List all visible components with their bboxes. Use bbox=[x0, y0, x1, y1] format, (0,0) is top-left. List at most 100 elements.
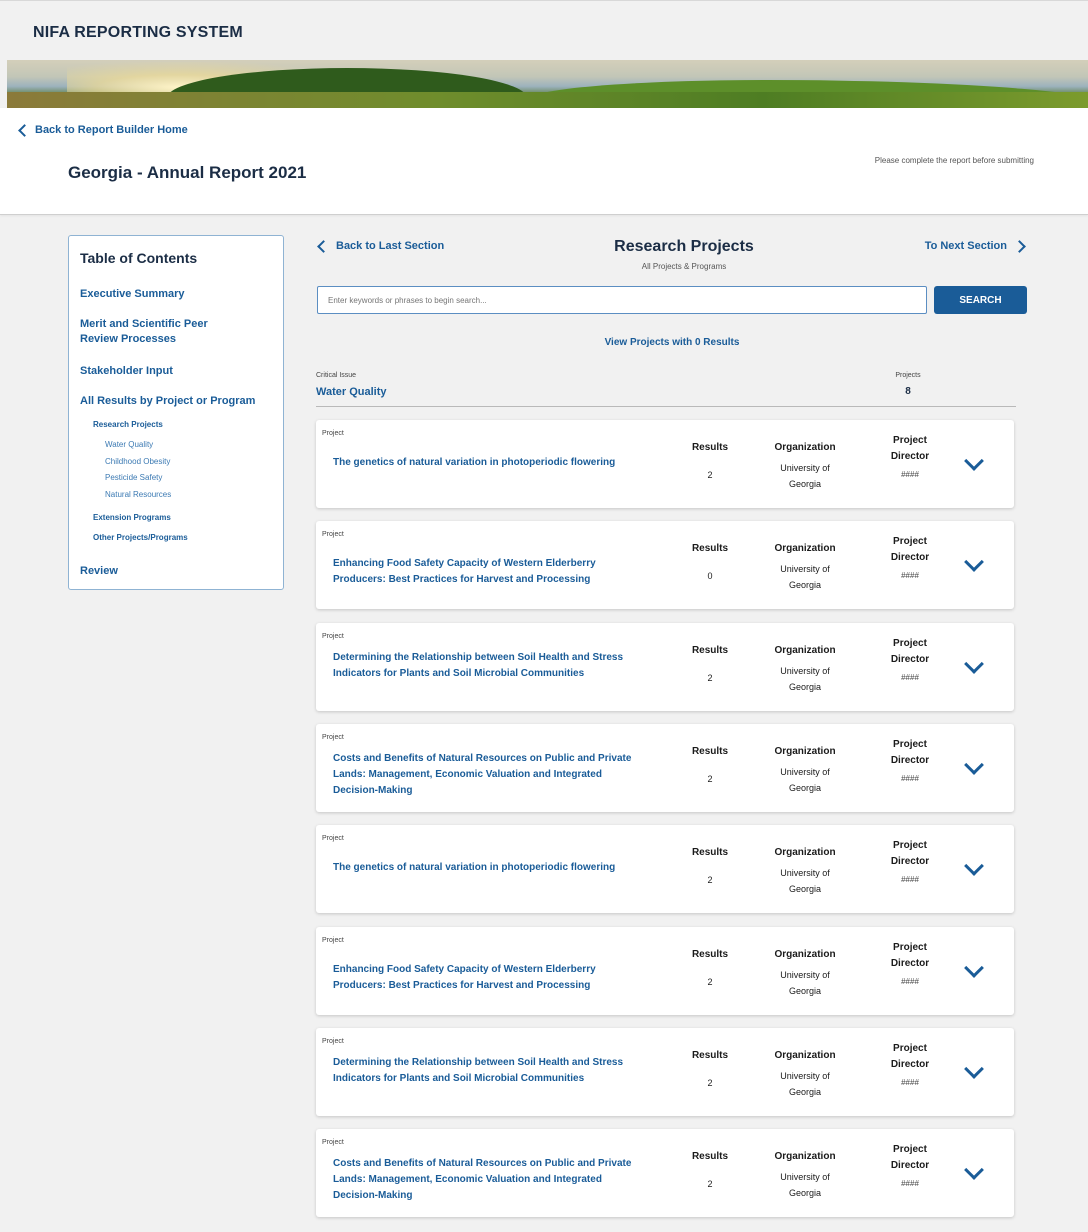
toc-item-extension-programs[interactable]: Extension Programs bbox=[93, 513, 171, 522]
back-to-last-section-link[interactable]: Back to Last Section bbox=[317, 239, 445, 253]
toc-item-stakeholder-input[interactable]: Stakeholder Input bbox=[80, 364, 173, 379]
project-kind-label: Project bbox=[322, 430, 344, 437]
organization-header: Organization bbox=[774, 645, 836, 656]
project-card: Project The genetics of natural variatio… bbox=[316, 420, 1014, 508]
director-value: #### bbox=[901, 774, 919, 783]
results-header: Results bbox=[691, 847, 729, 858]
organization-value: University of Georgia bbox=[780, 1172, 830, 1198]
results-value: 2 bbox=[707, 673, 713, 683]
results-value: 0 bbox=[707, 571, 713, 581]
view-zero-results-link[interactable]: View Projects with 0 Results bbox=[572, 337, 772, 348]
expand-chevron-down-icon[interactable] bbox=[962, 552, 986, 577]
project-title-link[interactable]: Determining the Relationship between Soi… bbox=[333, 1055, 633, 1087]
report-title: Georgia - Annual Report 2021 bbox=[68, 163, 307, 182]
expand-chevron-down-icon[interactable] bbox=[962, 451, 986, 476]
project-title-link[interactable]: Determining the Relationship between Soi… bbox=[333, 650, 633, 682]
project-card: Project Enhancing Food Safety Capacity o… bbox=[316, 927, 1014, 1015]
director-value: #### bbox=[901, 977, 919, 986]
project-card: Project The genetics of natural variatio… bbox=[316, 825, 1014, 913]
organization-value: University of Georgia bbox=[780, 564, 830, 590]
director-header: Project Director bbox=[890, 739, 930, 766]
toc-item-all-results[interactable]: All Results by Project or Program bbox=[80, 394, 255, 409]
project-title-link[interactable]: Enhancing Food Safety Capacity of Wester… bbox=[333, 962, 633, 994]
toc-item-executive-summary[interactable]: Executive Summary bbox=[80, 287, 185, 302]
project-card: Project Costs and Benefits of Natural Re… bbox=[316, 724, 1014, 812]
expand-chevron-down-icon[interactable] bbox=[962, 755, 986, 780]
director-header: Project Director bbox=[890, 942, 930, 969]
toc-item-research-projects[interactable]: Research Projects bbox=[93, 420, 163, 429]
project-card: Project Enhancing Food Safety Capacity o… bbox=[316, 521, 1014, 609]
project-title-link[interactable]: Costs and Benefits of Natural Resources … bbox=[333, 1156, 633, 1204]
organization-value: University of Georgia bbox=[780, 767, 830, 793]
chevron-right-icon bbox=[1013, 239, 1026, 253]
toc-item-review[interactable]: Review bbox=[80, 564, 118, 579]
projects-count-value: 8 bbox=[905, 386, 911, 397]
toc-item-natural-resources[interactable]: Natural Resources bbox=[105, 490, 171, 499]
results-value: 2 bbox=[707, 1078, 713, 1088]
toc-item-water-quality[interactable]: Water Quality bbox=[105, 440, 153, 449]
project-card: Project Determining the Relationship bet… bbox=[316, 623, 1014, 711]
director-value: #### bbox=[901, 1078, 919, 1087]
project-kind-label: Project bbox=[322, 633, 344, 640]
organization-value: University of Georgia bbox=[780, 666, 830, 692]
project-card: Project Costs and Benefits of Natural Re… bbox=[316, 1129, 1014, 1217]
search-input[interactable] bbox=[317, 286, 927, 314]
expand-chevron-down-icon[interactable] bbox=[962, 1059, 986, 1084]
expand-chevron-down-icon[interactable] bbox=[962, 856, 986, 881]
director-value: #### bbox=[901, 1179, 919, 1188]
organization-header: Organization bbox=[774, 746, 836, 757]
results-header: Results bbox=[691, 949, 729, 960]
director-header: Project Director bbox=[890, 1144, 930, 1171]
organization-header: Organization bbox=[774, 543, 836, 554]
chevron-left-icon bbox=[18, 123, 31, 137]
organization-value: University of Georgia bbox=[780, 1071, 830, 1097]
toc-item-pesticide-safety[interactable]: Pesticide Safety bbox=[105, 473, 162, 482]
project-kind-label: Project bbox=[322, 1038, 344, 1045]
results-value: 2 bbox=[707, 875, 713, 885]
project-kind-label: Project bbox=[322, 531, 344, 538]
project-title-link[interactable]: The genetics of natural variation in pho… bbox=[333, 455, 633, 471]
toc-item-merit-review[interactable]: Merit and Scientific Peer Review Process… bbox=[80, 317, 230, 347]
toc-item-childhood-obesity[interactable]: Childhood Obesity bbox=[105, 457, 170, 466]
director-header: Project Director bbox=[890, 536, 930, 563]
back-to-home-label: Back to Report Builder Home bbox=[35, 124, 188, 136]
critical-issue-value[interactable]: Water Quality bbox=[316, 386, 387, 398]
results-header: Results bbox=[691, 442, 729, 453]
director-header: Project Director bbox=[890, 840, 930, 867]
divider bbox=[316, 406, 1016, 407]
toc-item-other-projects[interactable]: Other Projects/Programs bbox=[93, 533, 188, 542]
results-header: Results bbox=[691, 543, 729, 554]
director-header: Project Director bbox=[890, 435, 930, 462]
results-value: 2 bbox=[707, 977, 713, 987]
organization-header: Organization bbox=[774, 442, 836, 453]
completion-note: Please complete the report before submit… bbox=[874, 156, 1034, 165]
to-next-section-link[interactable]: To Next Section bbox=[924, 239, 1026, 253]
chevron-left-icon bbox=[317, 239, 330, 253]
project-kind-label: Project bbox=[322, 937, 344, 944]
results-value: 2 bbox=[707, 470, 713, 480]
project-title-link[interactable]: Costs and Benefits of Natural Resources … bbox=[333, 751, 633, 799]
director-header: Project Director bbox=[890, 1043, 930, 1070]
app-title: NIFA REPORTING SYSTEM bbox=[33, 24, 243, 41]
back-section-label: Back to Last Section bbox=[336, 240, 445, 252]
expand-chevron-down-icon[interactable] bbox=[962, 958, 986, 983]
next-section-label: To Next Section bbox=[924, 240, 1007, 252]
back-to-home-link[interactable]: Back to Report Builder Home bbox=[18, 123, 188, 137]
section-title: Research Projects bbox=[614, 238, 754, 255]
results-value: 2 bbox=[707, 774, 713, 784]
projects-count-label: Projects bbox=[895, 372, 921, 379]
expand-chevron-down-icon[interactable] bbox=[962, 1160, 986, 1185]
director-header: Project Director bbox=[890, 638, 930, 665]
project-title-link[interactable]: Enhancing Food Safety Capacity of Wester… bbox=[333, 556, 633, 588]
search-button[interactable]: SEARCH bbox=[934, 286, 1027, 314]
banner-field bbox=[7, 92, 1088, 108]
project-kind-label: Project bbox=[322, 734, 344, 741]
project-title-link[interactable]: The genetics of natural variation in pho… bbox=[333, 860, 633, 876]
organization-value: University of Georgia bbox=[780, 463, 830, 489]
expand-chevron-down-icon[interactable] bbox=[962, 654, 986, 679]
table-of-contents: Table of Contents Executive Summary Meri… bbox=[68, 235, 284, 590]
director-value: #### bbox=[901, 673, 919, 682]
project-kind-label: Project bbox=[322, 1139, 344, 1146]
organization-value: University of Georgia bbox=[780, 868, 830, 894]
project-kind-label: Project bbox=[322, 835, 344, 842]
